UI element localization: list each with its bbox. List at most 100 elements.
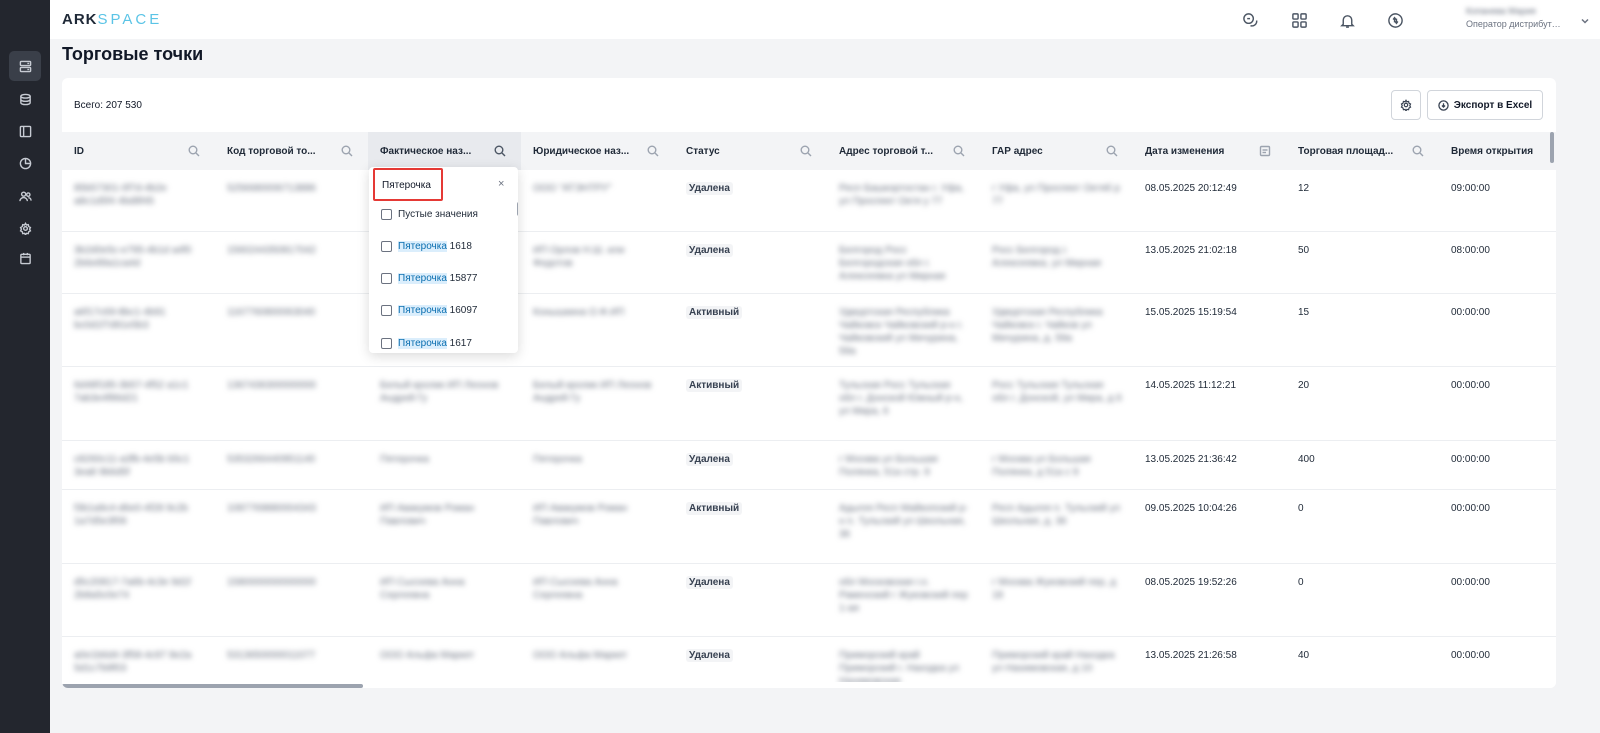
sidebar-item-database[interactable]	[9, 84, 41, 114]
cell-id: d5c20817-7a6b-4c3e 9d1f 2b8a5c0e74	[74, 577, 191, 601]
column-header-gar-address[interactable]: ГАР адрес	[980, 132, 1133, 170]
chat-button[interactable]	[1240, 10, 1260, 30]
cell-date: 09.05.2025 10:04:26	[1145, 503, 1237, 514]
column-header-fact-name[interactable]: Фактическое наз...	[368, 132, 521, 170]
cell-id: a0e1b6d4-3f58-4c97 8e2a 5d1c7b9f03	[74, 650, 192, 674]
cell-id: 6d48f185-3b57-4f52 a1c1 7ab3e4f86d21	[74, 380, 189, 404]
notifications-button[interactable]	[1337, 10, 1357, 30]
dropdown-scrollbar[interactable]	[517, 202, 518, 216]
column-header-opening-time[interactable]: Время открытия	[1439, 132, 1556, 170]
cell-id: c8260c11-a3fb-4e5b b5c1 3ea8 9b6d5f	[74, 454, 190, 478]
column-header-legal-name[interactable]: Юридическое наз...	[521, 132, 674, 170]
cell-legal: ИП Авакумов Роман Павлович	[533, 503, 628, 527]
cell-fact: Белый кролик ИП Леонов Андрей Гу	[380, 380, 499, 404]
status-badge: Удалена	[686, 576, 733, 589]
cell-address: г Москва ул Большая Полянка, 51а стр. 9	[839, 454, 938, 478]
table-row[interactable]: a0e1b6d4-3f58-4c97 8e2a 5d1c7b9f03 531365…	[62, 637, 1556, 688]
cell-legal: ИП Орлов Н.Ш. или Федотов	[533, 245, 625, 269]
checkbox[interactable]	[381, 273, 392, 284]
sidebar	[0, 0, 50, 733]
checkbox[interactable]	[381, 305, 392, 316]
status-badge: Активный	[686, 379, 743, 392]
sidebar-item-users[interactable]	[9, 181, 41, 211]
column-label: Дата изменения	[1145, 145, 1225, 157]
search-icon[interactable]	[188, 145, 200, 160]
cell-date: 14.05.2025 11:12:21	[1145, 380, 1237, 391]
sidebar-item-settings[interactable]	[9, 213, 41, 243]
search-icon[interactable]	[494, 145, 506, 160]
calendar-filter-icon[interactable]	[1259, 145, 1271, 160]
gear-icon	[1400, 99, 1412, 111]
cell-date: 08.05.2025 19:52:26	[1145, 577, 1237, 588]
page-title: Торговые точки	[62, 44, 204, 64]
table-row[interactable]: a6f17c69-8bc1-4b91 bc0d1f7d91e5b3 1167760…	[62, 294, 1556, 367]
column-header-address[interactable]: Адрес торговой т...	[827, 132, 980, 170]
search-icon[interactable]	[800, 145, 812, 160]
cell-date: 13.05.2025 21:02:18	[1145, 245, 1237, 256]
column-header-code[interactable]: Код торговой то...	[215, 132, 368, 170]
filter-option-empty[interactable]: Пустые значения	[381, 209, 478, 220]
cell-id: 85b57301-0f7d-4b2e a8c1d5f4 4bd8f45	[74, 183, 167, 207]
checkbox[interactable]	[381, 209, 392, 220]
calendar-icon	[19, 252, 31, 264]
filter-search-input[interactable]: Пятерочка	[373, 168, 443, 201]
cell-area: 12	[1298, 183, 1310, 194]
cell-fact: ООО Альфа Маркет	[380, 650, 475, 661]
search-icon[interactable]	[1106, 145, 1118, 160]
clear-filter-button[interactable]: ×	[498, 178, 504, 190]
vertical-scrollbar[interactable]	[1550, 132, 1554, 163]
sidebar-item-panel[interactable]	[9, 116, 41, 146]
cell-gar: Респ Адыгея п. Тульский ул Школьная, д. …	[992, 503, 1121, 527]
cell-id: 3b2d0e5c-e795-4b1d a4f0 2b6e89a1ca4d	[74, 245, 192, 269]
export-excel-button[interactable]: Экспорт в Excel	[1427, 90, 1543, 120]
cell-open: 00:00:00	[1451, 503, 1490, 514]
search-icon[interactable]	[1412, 145, 1424, 160]
checkbox[interactable]	[381, 338, 392, 349]
checkbox[interactable]	[381, 241, 392, 252]
apps-button[interactable]	[1289, 10, 1309, 30]
cell-status: Активный	[686, 306, 816, 319]
cell-date: 13.05.2025 21:26:58	[1145, 650, 1237, 661]
cell-status: Удалена	[686, 244, 816, 257]
filter-option[interactable]: Пятерочка 15877	[381, 273, 478, 284]
table-row[interactable]: 3b2d0e5c-e795-4b1d a4f0 2b6e89a1ca4d 1560…	[62, 232, 1556, 294]
option-rest: 15877	[446, 273, 478, 284]
filter-option[interactable]: Пятерочка 1618	[381, 241, 472, 252]
table-row[interactable]: 6d48f185-3b57-4f52 a1c1 7ab3e4f86d21 1367…	[62, 367, 1556, 441]
search-icon[interactable]	[953, 145, 965, 160]
cell-gar: Приморский край Находка ул Нахимовская, …	[992, 650, 1115, 674]
sidebar-item-calendar[interactable]	[9, 243, 41, 273]
logo-text-left: ARK	[62, 11, 98, 28]
table-row[interactable]: d5c20817-7a6b-4c3e 9d1f 2b8a5c0e74 158000…	[62, 564, 1556, 637]
table-settings-button[interactable]	[1391, 90, 1421, 120]
search-icon[interactable]	[341, 145, 353, 160]
user-menu-toggle[interactable]	[1580, 13, 1590, 31]
table-row[interactable]: c8260c11-a3fb-4e5b b5c1 3ea8 9b6d5f 53532…	[62, 441, 1556, 490]
logo[interactable]: ARKSPACE	[62, 11, 162, 28]
export-label: Экспорт в Excel	[1453, 99, 1533, 111]
table-card: Всего: 207 530 Экспорт в Excel ID Код то…	[62, 78, 1556, 688]
filter-option[interactable]: Пятерочка 16097	[381, 305, 478, 316]
option-match: Пятерочка	[398, 338, 447, 349]
filter-option[interactable]: Пятерочка 1617	[381, 338, 472, 349]
sync-icon	[1387, 12, 1403, 28]
search-icon[interactable]	[647, 145, 659, 160]
sidebar-item-list[interactable]	[9, 51, 41, 81]
panel-icon	[19, 125, 31, 137]
sync-button[interactable]	[1385, 10, 1405, 30]
horizontal-scrollbar[interactable]	[62, 684, 363, 688]
column-header-trade-area[interactable]: Торговая площад...	[1286, 132, 1439, 170]
pie-chart-icon	[19, 157, 31, 169]
user-menu[interactable]: Копанева Мария Оператор дистрибутора	[1466, 6, 1586, 29]
table-row[interactable]: 85b57301-0f7d-4b2e a8c1d5f4 4bd8f45 52566…	[62, 170, 1556, 232]
cell-status: Активный	[686, 502, 816, 515]
column-header-date-changed[interactable]: Дата изменения	[1133, 132, 1286, 170]
column-header-status[interactable]: Статус	[674, 132, 827, 170]
cell-legal: ООО Альфа Маркет	[533, 650, 628, 661]
column-header-id[interactable]: ID	[62, 132, 215, 170]
cell-address: обл Московская г.о. Раменский г Жуковски…	[839, 577, 968, 614]
table-row[interactable]: f3b1a9c4-d6e0-4f28 9c2b 1a7d5e3f06 108776…	[62, 490, 1556, 564]
table-header: ID Код торговой то... Фактическое наз...…	[62, 132, 1556, 170]
sidebar-item-reports[interactable]	[9, 148, 41, 178]
list-icon	[19, 60, 31, 72]
